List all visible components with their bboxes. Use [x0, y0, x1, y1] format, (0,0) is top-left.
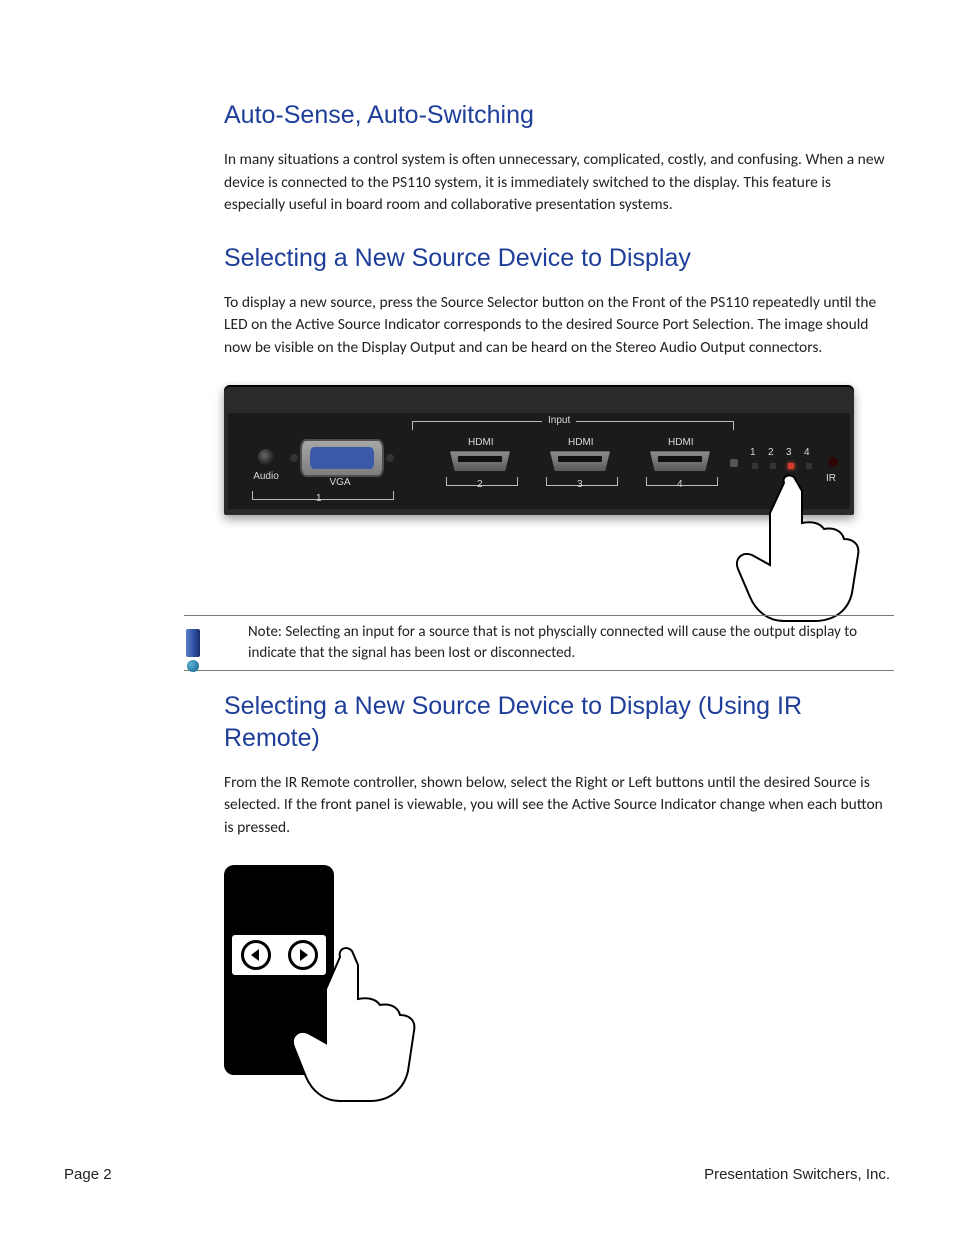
company-name: Presentation Switchers, Inc. — [704, 1166, 890, 1183]
remote-left-button — [241, 940, 271, 970]
pointing-hand-icon — [284, 945, 454, 1105]
port4-number: 4 — [677, 479, 683, 490]
port2-number: 2 — [477, 479, 483, 490]
port3-number: 3 — [577, 479, 583, 490]
content-column: Auto-Sense, Auto-Switching In many situa… — [224, 100, 894, 1095]
hdmi-port-4 — [650, 451, 710, 471]
para-select-source: To display a new source, press the Sourc… — [224, 292, 894, 359]
led-1 — [752, 463, 758, 469]
ir-remote-figure — [224, 865, 424, 1095]
hdmi-port-3 — [550, 451, 610, 471]
led3-number: 3 — [786, 447, 792, 458]
led-4 — [806, 463, 812, 469]
hdmi3-label: HDMI — [568, 437, 594, 448]
heading-select-source-ir: Selecting a New Source Device to Display… — [224, 691, 894, 754]
page-number: Page 2 — [64, 1166, 112, 1183]
led-3-active — [788, 463, 794, 469]
port1-bracket — [252, 491, 394, 500]
note-text: Note: Selecting an input for a source th… — [184, 616, 894, 670]
triangle-left-icon — [251, 949, 261, 961]
heading-autosense: Auto-Sense, Auto-Switching — [224, 100, 894, 131]
input-group-label: Input — [542, 415, 576, 426]
led1-number: 1 — [750, 447, 756, 458]
page: Auto-Sense, Auto-Switching In many situa… — [0, 0, 954, 1235]
device-front-panel-figure: Input Audio VGA 1 HDMI 2 HDMI 3 — [224, 385, 864, 605]
led-2 — [770, 463, 776, 469]
vga-port — [300, 439, 384, 477]
hdmi2-label: HDMI — [468, 437, 494, 448]
para-select-source-ir: From the IR Remote controller, shown bel… — [224, 772, 894, 839]
source-selector-button — [730, 459, 738, 467]
audio-label: Audio — [248, 471, 284, 482]
port1-number: 1 — [316, 493, 322, 504]
note-block: Note: Selecting an input for a source th… — [184, 615, 894, 671]
hdmi-port-2 — [450, 451, 510, 471]
led2-number: 2 — [768, 447, 774, 458]
para-autosense: In many situations a control system is o… — [224, 149, 894, 216]
vga-label: VGA — [324, 477, 356, 488]
led4-number: 4 — [804, 447, 810, 458]
pointing-hand-icon — [724, 473, 894, 623]
page-footer: Page 2 Presentation Switchers, Inc. — [64, 1166, 890, 1183]
hdmi4-label: HDMI — [668, 437, 694, 448]
heading-select-source: Selecting a New Source Device to Display — [224, 243, 894, 274]
info-icon — [184, 629, 202, 669]
